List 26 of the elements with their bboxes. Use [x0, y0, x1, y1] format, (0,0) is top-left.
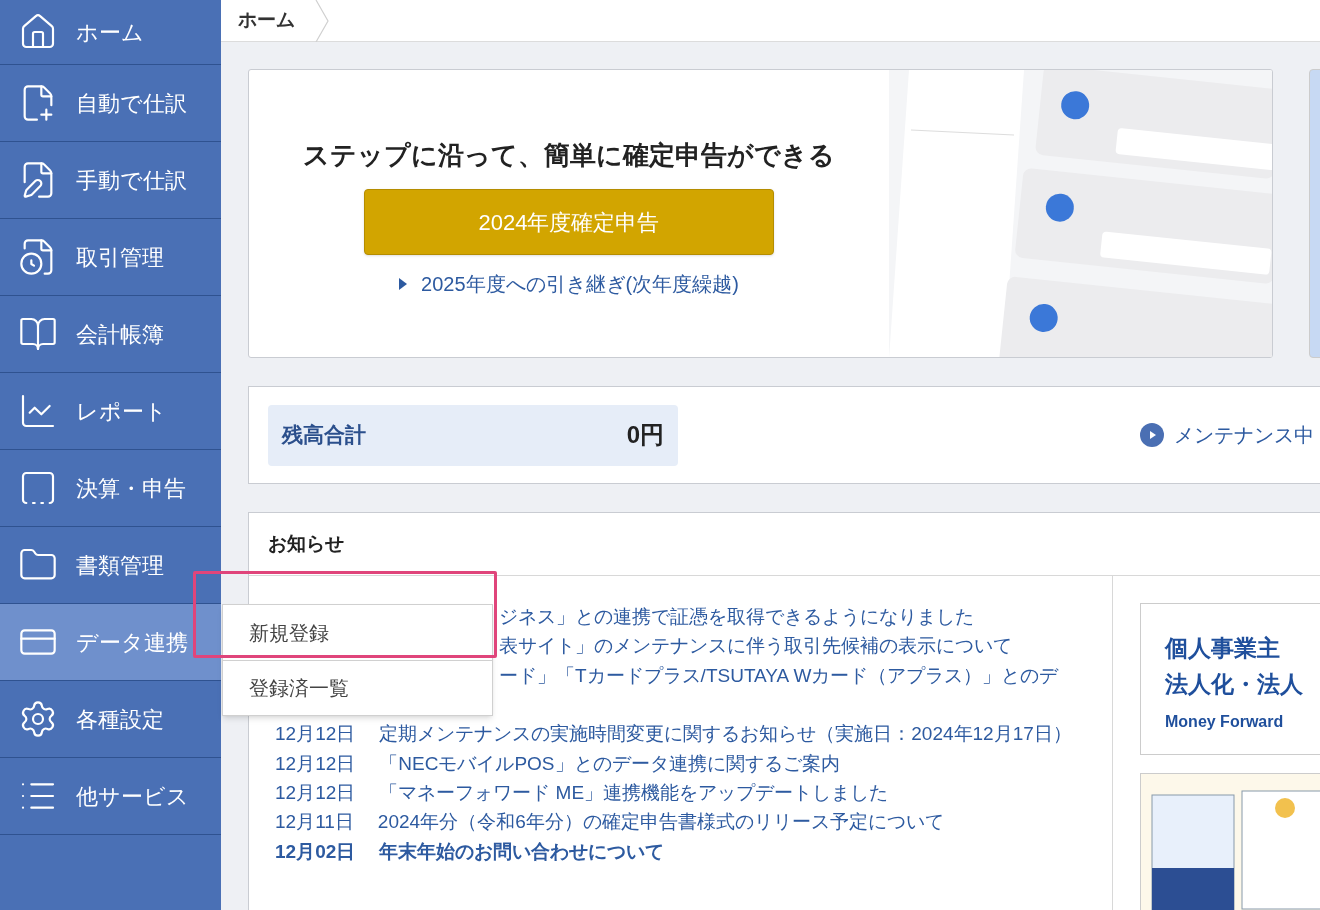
- brand-text: Money Forward: [1165, 712, 1285, 732]
- balance-label: 残高合計: [282, 422, 366, 449]
- notice-link[interactable]: 年末年始のお問い合わせについて: [379, 840, 665, 862]
- notice-date: 12月02日: [275, 840, 356, 862]
- notice-date: 12月12日: [275, 723, 356, 745]
- notice-link[interactable]: 「NECモバイルPOS」とのデータ連携に関するご案内: [379, 752, 840, 774]
- menu-item[interactable]: 新規登録: [223, 605, 492, 660]
- breadcrumb-link[interactable]: ホーム: [221, 6, 315, 35]
- promo-banner[interactable]: 個人事業主 法人化・法人 Money Forward: [1140, 603, 1320, 755]
- notice-link[interactable]: 「マネーフォワード ME」連携機能をアップデートしました: [379, 782, 889, 804]
- notice-date: 12月12日: [275, 782, 356, 804]
- balance-value: 0円: [626, 420, 664, 450]
- guide-booklet-banner[interactable]: [1140, 773, 1320, 910]
- hero-heading: ステップに沿って、簡単に確定申告ができる: [303, 139, 835, 172]
- notice-title: お知らせ: [268, 531, 344, 556]
- notice-link[interactable]: 2024年分（令和6年分）の確定申告書様式のリリース予定について: [377, 811, 944, 833]
- banner-text: 法人化・法人: [1165, 670, 1304, 699]
- menu-item[interactable]: 登録済一覧: [223, 660, 492, 715]
- notice-date: 12月12日: [275, 752, 356, 774]
- play-icon: [1140, 423, 1164, 447]
- carry-over-link[interactable]: 2025年度への引き継ぎ(次年度繰越): [399, 269, 739, 299]
- notice-date: 12月11日: [275, 811, 354, 833]
- banner-text: 個人事業主: [1165, 634, 1281, 663]
- maintenance-link[interactable]: メンテナンス中: [1140, 420, 1314, 450]
- notice-link[interactable]: 定期メンテナンスの実施時間変更に関するお知らせ（実施日：2024年12月17日）: [379, 723, 1072, 745]
- caret-icon: [399, 278, 408, 290]
